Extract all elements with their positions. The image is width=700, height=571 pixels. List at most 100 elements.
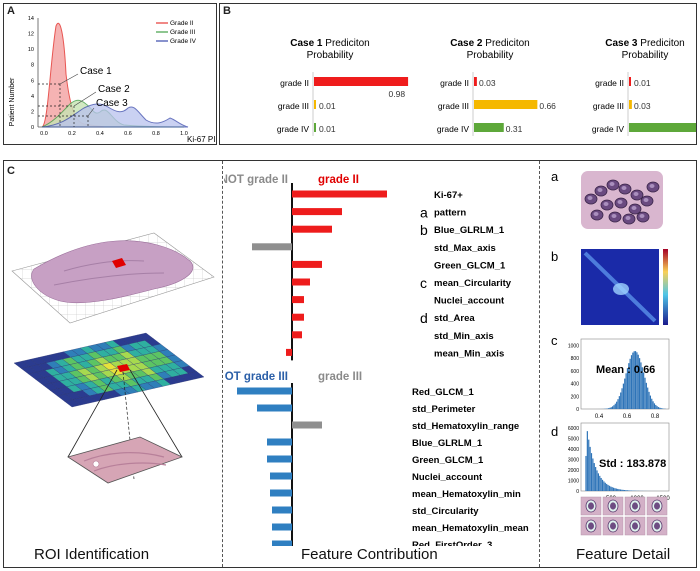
right-header: grade III [318, 371, 362, 383]
y-tick-label: 0 [31, 125, 34, 131]
case-3-subtitle: Probability [622, 50, 669, 61]
hist-c-bar [612, 406, 614, 409]
hist-d-ytick: 5000 [568, 437, 579, 443]
probability-value: 0.01 [634, 78, 651, 88]
feature-label: std_Circularity [412, 506, 479, 517]
feature-label: std_Min_axis [434, 331, 494, 342]
grade-ii-contribution-chart: NOT grade II grade II Ki-67+ pattern a Blue_G… [224, 174, 512, 361]
case-1-chart: Case 1 PredicitonProbability grade II 0.98… [277, 38, 409, 136]
hist-c-ytick: 800 [571, 356, 580, 362]
hist-c-bar [607, 408, 610, 409]
hist-d-bar [608, 485, 611, 491]
feature-label: mean_Circularity [434, 278, 512, 289]
grade-label: grade II [440, 78, 469, 88]
case-3-chart: Case 3 PredicitonProbability grade II 0.01… [592, 38, 696, 136]
roi-heatmap [13, 332, 205, 408]
feature-marker: a [420, 205, 428, 221]
grade-label: grade II [280, 78, 309, 88]
nucleus-highlight [611, 214, 617, 218]
feature-label: std_Hematoxylin_range [412, 421, 519, 432]
hist-c-bar [651, 398, 653, 409]
tissue-section [31, 240, 194, 304]
nucleus-highlight [649, 184, 655, 188]
panel-c: C ROI Identification NOT grade II grade I… [3, 160, 697, 568]
nucleus-core [610, 502, 616, 510]
contribution-bar [292, 225, 332, 233]
hist-d-bar [601, 479, 604, 491]
contribution-bar [292, 278, 310, 286]
case-1-subtitle: Probability [307, 50, 354, 61]
feature-contribution-charts: NOT grade II grade II Ki-67+ pattern a Blue_G… [224, 174, 529, 546]
x-tick-label: 0.2 [68, 131, 76, 137]
feature-label: Blue_GLRLM_1 [434, 225, 505, 236]
contribution-bar [252, 243, 292, 251]
hist-d-bar [612, 487, 615, 491]
std-annotation: Std : 183.878 [599, 458, 666, 470]
feature-label: std_Perimeter [412, 404, 476, 415]
probability-bar [474, 123, 504, 132]
x-tick-label: 0.8 [152, 131, 160, 137]
probability-value: 0.03 [634, 101, 651, 111]
hist-c-ytick: 0 [576, 407, 579, 413]
caption-feature-detail: Feature Detail [576, 546, 671, 563]
contribution-bar [292, 296, 304, 304]
feature-label: Green_GLCM_1 [412, 455, 484, 466]
feature-detail-panel: a b c 0.4 0.6 0.8 0 200 400 600 800 1000 Mean : … [551, 169, 670, 536]
nucleus-core [632, 522, 638, 530]
legend-grade-iv: Grade IV [170, 38, 197, 45]
glrlm-colorbar [663, 249, 668, 325]
probability-value: 0.66 [539, 101, 556, 111]
hist-c-ytick: 600 [571, 369, 580, 375]
panel-b: B Case 1 Prediciton Probability grade II 0.… [219, 3, 697, 145]
feature-label: Nuclei_account [412, 472, 483, 483]
legend-grade-iii: Grade III [170, 29, 195, 36]
hist-c-bar [634, 351, 637, 409]
nucleus-core [654, 502, 660, 510]
hist-d-ytick: 3000 [568, 458, 579, 464]
hist-c-bar [632, 352, 634, 409]
left-header: NOT grade III [224, 371, 288, 383]
hist-d-bar [603, 481, 605, 491]
hist-c-bar [637, 354, 639, 409]
nucleus-highlight [609, 182, 615, 186]
hist-d-ytick: 2000 [568, 468, 579, 474]
x-axis-label: Ki-67 PI [187, 135, 215, 144]
nucleus-highlight [597, 188, 603, 192]
legend-grade-ii: Grade II [170, 20, 194, 27]
x-tick-label: 0.6 [124, 131, 132, 137]
nucleus-core [588, 522, 594, 530]
hist-d-bar [586, 431, 588, 491]
probability-bar [314, 77, 409, 86]
caption-roi-identification: ROI Identification [34, 546, 150, 563]
contribution-bar [270, 489, 292, 497]
hist-c-bar [606, 408, 608, 409]
hist-c-bar [655, 404, 657, 409]
hist-d-bar [611, 487, 613, 491]
roi-illustration [11, 232, 215, 484]
hist-c-bar [660, 408, 662, 409]
feature-label: mean_Hematoxylin_min [412, 489, 521, 500]
feature-label: Green_GLCM_1 [434, 260, 506, 271]
hist-d-bar [614, 488, 616, 491]
detail-label-d: d [551, 424, 558, 439]
hist-d-bar [596, 470, 598, 491]
glrlm-hotspot [613, 283, 629, 295]
feature-label: Blue_GLRLM_1 [412, 438, 483, 449]
panel-a-label: A [7, 5, 15, 17]
grade-label: grade III [438, 101, 469, 111]
y-axis-label: Patient Number [9, 77, 16, 126]
hist-d-bar [599, 475, 601, 491]
nucleus-highlight [621, 186, 627, 190]
detail-label-b: b [551, 249, 558, 264]
hist-c-bar [652, 401, 654, 409]
x-ticks: 0.0 0.2 0.4 0.6 0.8 1.0 [40, 131, 188, 137]
contribution-bar [257, 404, 292, 412]
case-2-title: Case 2 Prediciton [450, 38, 530, 49]
hist-d-bar [618, 489, 620, 491]
hist-c-bar [624, 378, 626, 409]
contribution-bar [267, 438, 292, 446]
hist-c-bar [661, 408, 664, 409]
hist-c-bar [616, 401, 618, 409]
feature-label: Ki-67+ [434, 190, 463, 201]
feature-label: Nuclei_account [434, 296, 505, 307]
